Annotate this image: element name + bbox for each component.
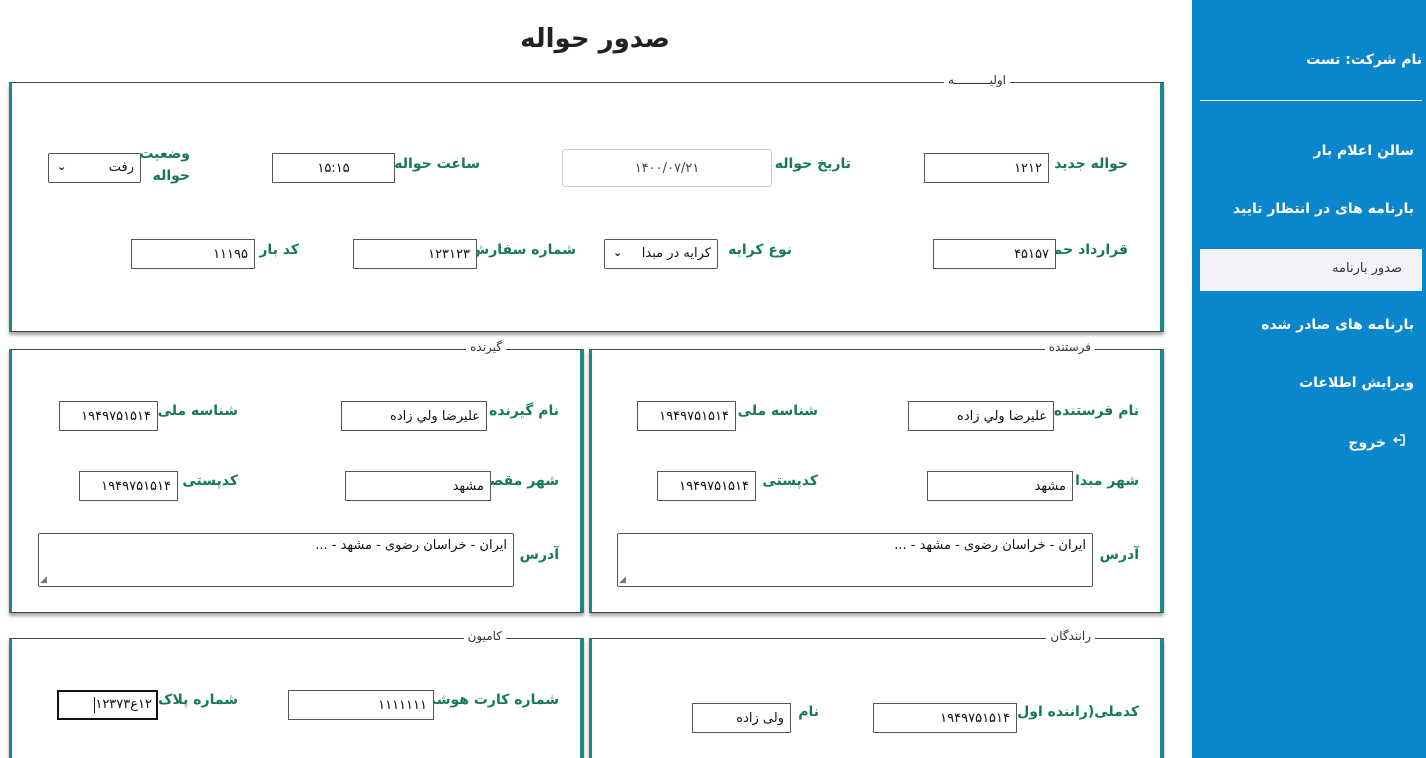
new-remittance-label: حواله جدید bbox=[1054, 156, 1128, 172]
receiver-name-input[interactable] bbox=[341, 401, 487, 431]
dest-city-input[interactable] bbox=[345, 471, 491, 501]
sender-name-input[interactable] bbox=[908, 401, 1054, 431]
status-select[interactable]: رفت ⌄ bbox=[48, 153, 141, 183]
sidebar-item-edit-profile[interactable]: ویرایش اطلاعات bbox=[1299, 375, 1414, 391]
origin-city-label: شهر مبدا bbox=[1075, 473, 1139, 489]
fare-type-label: نوع کرایه bbox=[728, 242, 792, 258]
receiver-postal-code-label: کدپستی bbox=[182, 473, 238, 489]
sender-address-label: آدرس bbox=[1099, 547, 1139, 563]
plate-input[interactable]: ۱۲ع۱۲۳۷۳ bbox=[57, 690, 158, 720]
order-number-input[interactable] bbox=[353, 239, 477, 269]
company-name: نام شرکت: تست bbox=[1306, 52, 1422, 68]
resize-grip-icon[interactable]: ◢ bbox=[40, 576, 47, 585]
sidebar-item-logout[interactable]: خروج bbox=[1348, 433, 1406, 451]
truck-panel: کامیون شماره کارت هوشمند شماره پلاک ۱۲ع۱… bbox=[9, 629, 584, 758]
sender-postal-code-label: کدپستی bbox=[762, 473, 818, 489]
truck-legend: کامیون bbox=[463, 629, 506, 643]
receiver-address-label: آدرس bbox=[519, 547, 559, 563]
sender-address-textarea[interactable]: ایران - خراسان رضوی - مشهد - ... ◢ bbox=[617, 533, 1093, 587]
cargo-code-input[interactable] bbox=[131, 239, 255, 269]
receiver-national-id-label: شناسه ملی bbox=[157, 403, 238, 419]
sender-name-label: نام فرستنده bbox=[1053, 403, 1139, 419]
receiver-name-label: نام گیرنده bbox=[489, 403, 559, 419]
chevron-down-icon: ⌄ bbox=[613, 246, 623, 259]
resize-grip-icon[interactable]: ◢ bbox=[619, 576, 626, 585]
plate-value: ۱۲ع۱۲۳۷۳ bbox=[95, 697, 152, 712]
new-remittance-input[interactable] bbox=[924, 153, 1049, 183]
sender-address-text: ایران - خراسان رضوی - مشهد - ... bbox=[894, 538, 1086, 553]
chevron-down-icon: ⌄ bbox=[57, 160, 67, 173]
order-number-label: شماره سفارش bbox=[469, 242, 576, 258]
logout-icon bbox=[1392, 433, 1406, 451]
drivers-legend: رانندگان bbox=[1046, 629, 1095, 643]
sidebar-item-issue-waybill[interactable]: صدور بارنامه bbox=[1200, 249, 1422, 291]
sidebar-item-issued-waybills[interactable]: بارنامه های صادر شده bbox=[1261, 317, 1414, 333]
drivers-panel: رانندگان کدملی(راننده اول) نام bbox=[589, 629, 1164, 758]
sidebar-divider bbox=[1200, 100, 1422, 101]
receiver-legend: گیرنده bbox=[466, 340, 506, 354]
remittance-date-label: تاریخ حواله bbox=[774, 156, 851, 172]
driver-national-code-label: کدملی(راننده اول) bbox=[1010, 704, 1139, 720]
receiver-postal-code-input[interactable] bbox=[79, 471, 178, 501]
fare-type-select[interactable]: کرایه در مبدا ⌄ bbox=[604, 239, 718, 269]
sender-panel: فرستنده نام فرستنده شناسه ملی شهر مبدا ک… bbox=[589, 340, 1164, 613]
remittance-time-label: ساعت حواله bbox=[394, 156, 480, 172]
remittance-date-input[interactable] bbox=[562, 149, 772, 187]
sidebar-item-cargo-hall[interactable]: سالن اعلام بار bbox=[1314, 143, 1414, 159]
smart-card-input[interactable] bbox=[288, 690, 434, 720]
plate-label: شماره پلاک bbox=[158, 692, 238, 708]
smart-card-label: شماره کارت هوشمند bbox=[413, 692, 559, 708]
receiver-national-id-input[interactable] bbox=[59, 401, 158, 431]
remittance-time-input[interactable] bbox=[272, 153, 395, 183]
initial-legend: اولیــــــــــه bbox=[944, 73, 1010, 87]
receiver-address-textarea[interactable]: ایران - خراسان رضوی - مشهد - ... ◢ bbox=[38, 533, 514, 587]
receiver-address-text: ایران - خراسان رضوی - مشهد - ... bbox=[315, 538, 507, 553]
dest-city-label: شهر مقصد bbox=[481, 473, 559, 489]
fare-type-select-value: کرایه در مبدا bbox=[641, 246, 711, 261]
sidebar: نام شرکت: تست سالن اعلام بار بارنامه های… bbox=[1192, 0, 1426, 758]
sender-national-id-label: شناسه ملی bbox=[737, 403, 818, 419]
sender-postal-code-input[interactable] bbox=[657, 471, 756, 501]
initial-panel: اولیــــــــــه حواله جدید تاریخ حواله س… bbox=[9, 73, 1164, 332]
sender-legend: فرستنده bbox=[1044, 340, 1095, 354]
driver-national-code-input[interactable] bbox=[873, 703, 1017, 733]
driver-name-input[interactable] bbox=[692, 703, 791, 733]
sidebar-item-pending-waybills[interactable]: بارنامه های در انتظار تایید bbox=[1233, 201, 1414, 217]
origin-city-input[interactable] bbox=[927, 471, 1073, 501]
cargo-code-label: کد بار bbox=[259, 242, 299, 258]
logout-label: خروج bbox=[1348, 435, 1386, 451]
contract-input[interactable] bbox=[933, 239, 1056, 269]
page-title: صدور حواله bbox=[520, 24, 670, 54]
receiver-panel: گیرنده نام گیرنده شناسه ملی شهر مقصد کدپ… bbox=[9, 340, 584, 613]
driver-name-label: نام bbox=[798, 704, 819, 720]
status-select-value: رفت bbox=[108, 160, 134, 175]
sender-national-id-input[interactable] bbox=[637, 401, 736, 431]
